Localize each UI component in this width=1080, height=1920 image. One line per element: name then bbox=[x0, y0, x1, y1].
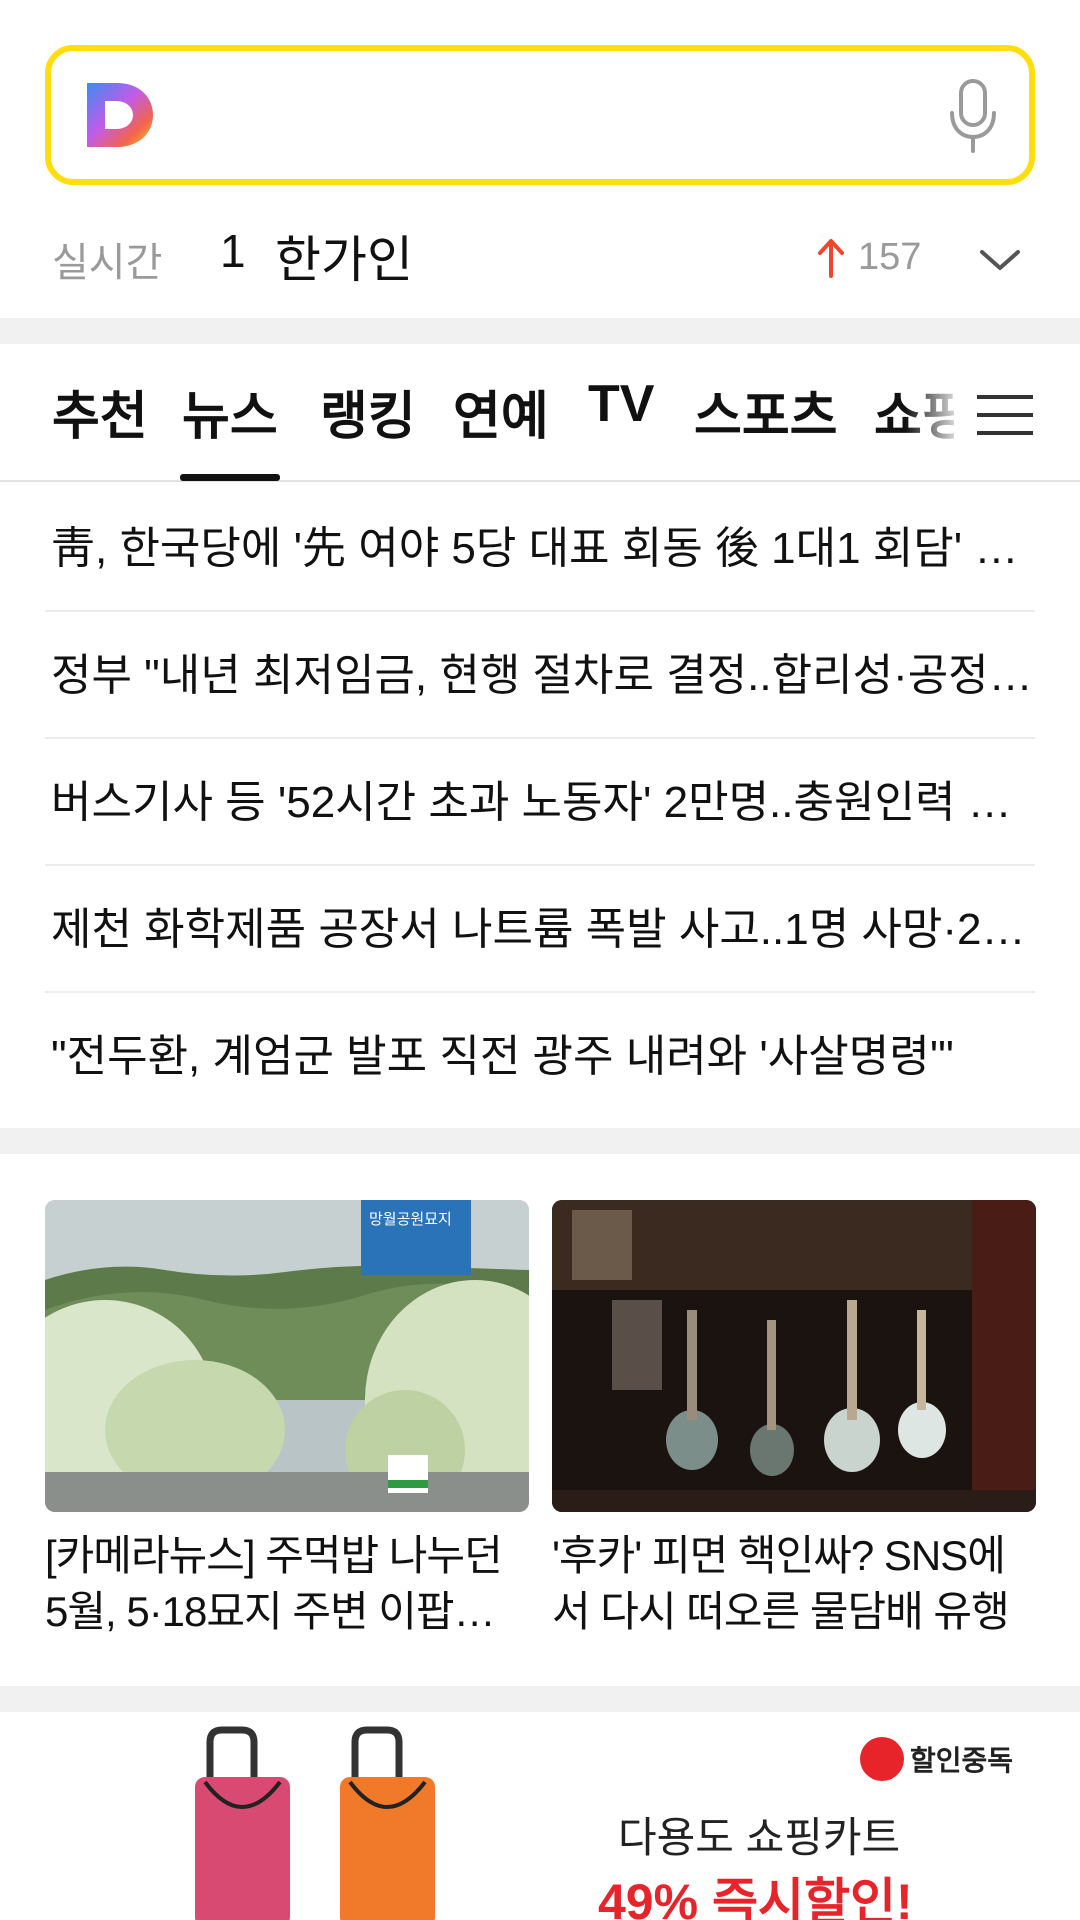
realtime-keyword-bar[interactable]: 실시간 1 한가인 157 bbox=[0, 210, 1080, 310]
tab-recommend[interactable]: 추천 bbox=[52, 374, 148, 449]
road-sign-text: 망월공원묘지 bbox=[369, 1211, 452, 1228]
headline-item[interactable]: 靑, 한국당에 '先 여야 5당 대표 회동 後 1대1 회담' 제안 bbox=[45, 485, 1035, 612]
daum-logo-icon[interactable] bbox=[83, 79, 155, 151]
headline-item[interactable]: "전두환, 계엄군 발포 직전 광주 내려와 '사살명령'" bbox=[45, 993, 1035, 1120]
photo-news-card[interactable]: '후카' 피면 핵인싸? SNS에서 다시 떠오른 물담배 유행 bbox=[552, 1200, 1036, 1640]
section-divider bbox=[0, 1686, 1080, 1712]
tab-ranking[interactable]: 랭킹 bbox=[320, 374, 416, 449]
realtime-label: 실시간 bbox=[52, 241, 163, 285]
section-divider bbox=[0, 318, 1080, 344]
realtime-rank: 1 bbox=[220, 225, 246, 277]
tab-fade bbox=[905, 344, 965, 474]
ad-discount: 49% 즉시할인! bbox=[598, 1874, 913, 1920]
search-bar[interactable] bbox=[45, 45, 1035, 185]
tab-tv[interactable]: TV bbox=[588, 374, 654, 434]
shopping-cart-image bbox=[195, 1726, 435, 1920]
hamburger-menu-icon[interactable] bbox=[975, 392, 1035, 438]
cart-logo-icon bbox=[860, 1737, 904, 1781]
chevron-down-icon[interactable] bbox=[978, 246, 1022, 274]
photo-news-card[interactable]: 망월공원묘지 [카메라뉴스] 주먹밥 나누던 5월, 5·18묘지 주변 이팝나… bbox=[45, 1200, 529, 1640]
section-divider bbox=[0, 1128, 1080, 1154]
arrow-up-icon bbox=[818, 239, 844, 278]
headline-item[interactable]: 버스기사 등 '52시간 초과 노동자' 2만명..충원인력 필요 bbox=[45, 739, 1035, 866]
realtime-keyword[interactable]: 한가인 bbox=[275, 220, 413, 292]
card-title[interactable]: '후카' 피면 핵인싸? SNS에서 다시 떠오른 물담배 유행 bbox=[552, 1528, 1036, 1640]
headline-list: 靑, 한국당에 '先 여야 5당 대표 회동 後 1대1 회담' 제안 정부 "… bbox=[45, 485, 1035, 1120]
ad-banner[interactable]: 할인중독 다용도 쇼핑카트 49% 즉시할인! bbox=[0, 1712, 1080, 1920]
microphone-icon[interactable] bbox=[947, 77, 999, 155]
category-tabs: 추천 뉴스 랭킹 연예 TV 스포츠 쇼핑 bbox=[0, 344, 1080, 482]
ad-brand-name: 할인중독 bbox=[910, 1745, 1014, 1776]
ad-brand: 할인중독 bbox=[860, 1736, 1013, 1782]
headline-item[interactable]: 제천 화학제품 공장서 나트륨 폭발 사고..1명 사망·2명 부상 bbox=[45, 866, 1035, 993]
ad-headline: 다용도 쇼핑카트 bbox=[618, 1814, 901, 1861]
tab-sports[interactable]: 스포츠 bbox=[694, 374, 838, 449]
card-title[interactable]: [카메라뉴스] 주먹밥 나누던 5월, 5·18묘지 주변 이팝나무 활짝 bbox=[45, 1528, 529, 1640]
realtime-count: 157 bbox=[858, 236, 922, 278]
tab-news[interactable]: 뉴스 bbox=[182, 374, 278, 449]
news-photo-hookah[interactable] bbox=[552, 1200, 1036, 1512]
tab-selected-indicator bbox=[180, 474, 280, 481]
headline-item[interactable]: 정부 "내년 최저임금, 현행 절차로 결정..합리성·공정성 제고" bbox=[45, 612, 1035, 739]
tab-entertainment[interactable]: 연예 bbox=[453, 374, 549, 449]
news-photo-trees[interactable]: 망월공원묘지 bbox=[45, 1200, 529, 1512]
